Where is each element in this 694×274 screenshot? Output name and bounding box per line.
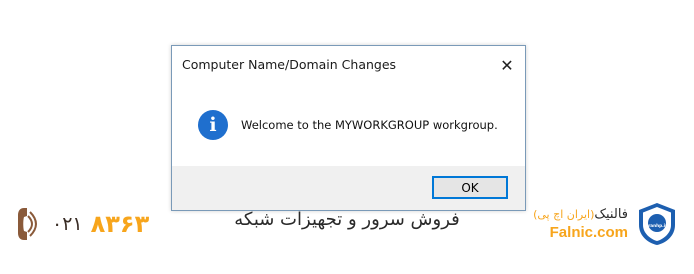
- dialog-window: Computer Name/Domain Changes ✕ i Welcome…: [171, 45, 526, 211]
- info-icon: i: [198, 110, 228, 140]
- brand-name: فالنیک: [594, 207, 628, 222]
- dialog-footer: OK: [172, 166, 525, 210]
- dialog-message: Welcome to the MYWORKGROUP workgroup.: [241, 118, 498, 132]
- brand-text: فالنیک(ایران اچ پی) Falnic.com: [533, 207, 628, 241]
- brand-subtitle: (ایران اچ پی): [533, 208, 595, 221]
- brand-block: فالنیک(ایران اچ پی) Falnic.com iranhp.ir: [533, 200, 678, 248]
- title-bar[interactable]: Computer Name/Domain Changes ✕: [172, 46, 525, 82]
- logo-text: iranhp.ir: [647, 223, 668, 228]
- close-icon: ✕: [500, 55, 514, 75]
- dialog-title: Computer Name/Domain Changes: [182, 57, 397, 72]
- brand-name-fa: فالنیک(ایران اچ پی): [533, 207, 628, 222]
- brand-name-en: Falnic.com: [549, 224, 628, 241]
- message-row: i Welcome to the MYWORKGROUP workgroup.: [198, 108, 515, 142]
- brand-logo-icon: iranhp.ir: [639, 203, 675, 245]
- close-button[interactable]: ✕: [495, 54, 519, 76]
- ok-button[interactable]: OK: [432, 176, 508, 199]
